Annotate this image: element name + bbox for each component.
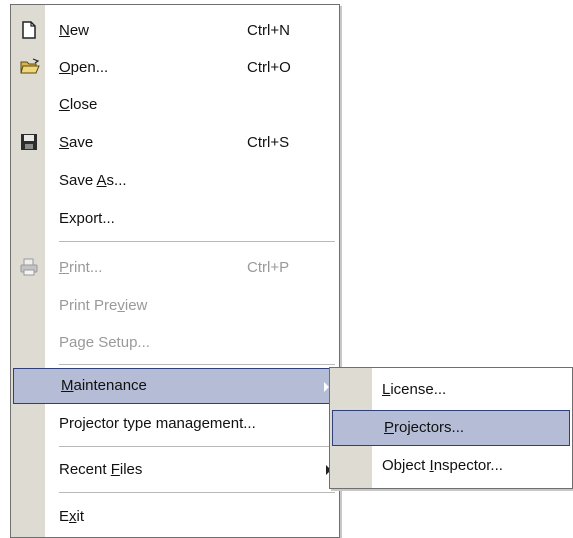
menu-separator <box>59 446 335 447</box>
menu-item-label: Object Inspector... <box>382 457 503 474</box>
menu-item-exit[interactable]: Exit <box>11 499 339 535</box>
file-menu: New Ctrl+N Open... Ctrl+O Close Save Ctr… <box>10 4 340 538</box>
menu-item-label: New <box>59 22 90 39</box>
menu-item-page-setup: Page Setup... <box>11 325 339 361</box>
menu-item-save-as[interactable]: Save As... <box>11 163 339 199</box>
menu-item-save[interactable]: Save Ctrl+S <box>11 125 339 161</box>
menu-item-label: Save <box>59 134 94 151</box>
menu-item-label: Save As... <box>59 172 127 189</box>
open-folder-icon <box>19 57 40 77</box>
menu-separator <box>59 492 335 493</box>
shortcut-label: Ctrl+N <box>247 22 290 39</box>
menu-item-label: Export... <box>59 210 115 227</box>
menu-item-label: Page Setup... <box>59 334 150 351</box>
menu-item-print: Print... Ctrl+P <box>11 250 339 286</box>
submenu-item-projectors[interactable]: Projectors... <box>332 410 570 446</box>
menu-item-label: Print... <box>59 259 103 276</box>
menu-item-label: License... <box>382 381 447 398</box>
menu-separator <box>59 241 335 242</box>
menu-item-label: Close <box>59 96 98 113</box>
shortcut-label: Ctrl+P <box>247 259 290 276</box>
menu-item-close[interactable]: Close <box>11 87 339 123</box>
menu-item-label: Open... <box>59 59 109 76</box>
menu-item-label: Maintenance <box>61 377 147 394</box>
menu-item-label: Print Preview <box>59 297 148 314</box>
new-document-icon <box>19 20 39 40</box>
menu-item-label: Recent Files <box>59 461 143 478</box>
menu-item-maintenance[interactable]: Maintenance <box>13 368 338 404</box>
menu-item-print-preview: Print Preview <box>11 288 339 324</box>
menu-item-export[interactable]: Export... <box>11 201 339 237</box>
save-disk-icon <box>19 132 39 152</box>
menu-item-new[interactable]: New Ctrl+N <box>11 13 339 49</box>
menu-item-recent-files[interactable]: Recent Files <box>11 452 339 488</box>
menu-item-label: Exit <box>59 508 85 525</box>
shortcut-label: Ctrl+S <box>247 134 290 151</box>
menu-item-label: Projector type management... <box>59 415 256 432</box>
printer-icon <box>19 257 39 277</box>
menu-item-open[interactable]: Open... Ctrl+O <box>11 50 339 86</box>
menu-item-projector-type-management[interactable]: Projector type management... <box>11 406 339 442</box>
shortcut-label: Ctrl+O <box>247 59 291 76</box>
submenu-item-object-inspector[interactable]: Object Inspector... <box>330 448 572 484</box>
menu-separator <box>59 364 335 365</box>
maintenance-submenu: License... Projectors... Object Inspecto… <box>329 367 573 489</box>
submenu-item-license[interactable]: License... <box>330 372 572 408</box>
menu-item-label: Projectors... <box>384 419 465 436</box>
